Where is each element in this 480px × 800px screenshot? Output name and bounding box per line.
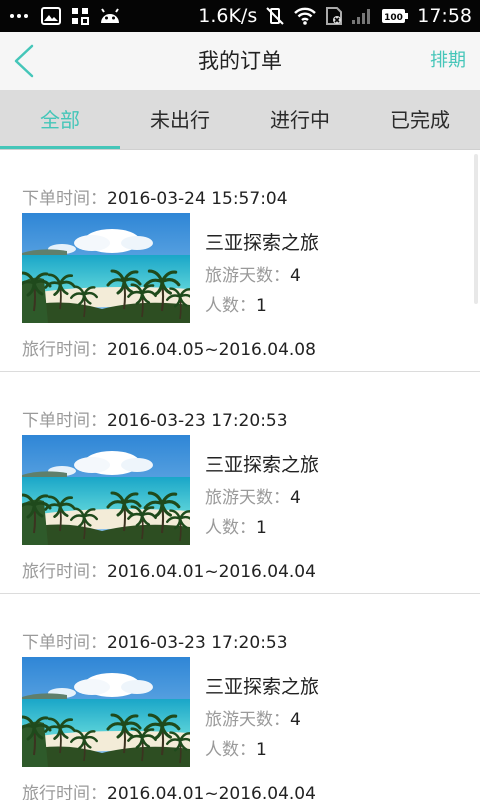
- travel-time: 旅行时间：2016.04.05~2016.04.08: [22, 335, 316, 360]
- trip-days-label: 旅游天数：: [205, 710, 290, 730]
- trip-people-value: 1: [256, 296, 267, 316]
- trip-name: 三亚探索之旅: [205, 454, 320, 476]
- trip-thumbnail[interactable]: [22, 657, 190, 767]
- trip-name: 三亚探索之旅: [205, 232, 320, 254]
- trip-days: 旅游天数：4: [205, 261, 301, 286]
- travel-time-value: 2016.04.01~2016.04.04: [107, 562, 316, 582]
- trip-people: 人数：1: [205, 513, 267, 538]
- tab-all[interactable]: 全部: [0, 90, 120, 149]
- trip-people-label: 人数：: [205, 740, 256, 760]
- order-card[interactable]: 下单时间：2016-03-23 17:20:53 三亚探索之旅 旅游天数：4 人…: [0, 594, 480, 800]
- trip-people: 人数：1: [205, 291, 267, 316]
- trip-thumbnail[interactable]: [22, 213, 190, 323]
- page-title: 我的订单: [198, 49, 282, 73]
- trip-people-label: 人数：: [205, 518, 256, 538]
- tab-not-departed[interactable]: 未出行: [120, 90, 240, 149]
- order-time-value: 2016-03-23 17:20:53: [107, 411, 288, 431]
- status-bar-notifications: [10, 0, 121, 32]
- beach-image: [22, 657, 190, 767]
- signal-icon: [351, 7, 373, 25]
- travel-time-value: 2016.04.05~2016.04.08: [107, 340, 316, 360]
- trip-people-label: 人数：: [205, 296, 256, 316]
- trip-thumbnail[interactable]: [22, 435, 190, 545]
- travel-time-label: 旅行时间：: [22, 784, 107, 800]
- battery-level: 100: [384, 13, 403, 23]
- trip-days-value: 4: [290, 488, 301, 508]
- order-time: 下单时间：2016-03-24 15:57:04: [22, 184, 288, 209]
- tab-completed[interactable]: 已完成: [360, 90, 480, 149]
- wifi-icon: [293, 6, 317, 26]
- order-time-label: 下单时间：: [22, 411, 107, 431]
- network-speed: 1.6K/s: [198, 5, 258, 27]
- trip-days-value: 4: [290, 266, 301, 286]
- travel-time-label: 旅行时间：: [22, 340, 107, 360]
- order-time: 下单时间：2016-03-23 17:20:53: [22, 628, 288, 653]
- sim-icon: [325, 6, 343, 26]
- top-app-bar: 我的订单 排期: [0, 32, 480, 90]
- trip-days: 旅游天数：4: [205, 705, 301, 730]
- battery-icon: 100: [381, 8, 409, 24]
- order-time-value: 2016-03-24 15:57:04: [107, 189, 288, 209]
- trip-people-value: 1: [256, 518, 267, 538]
- travel-time-value: 2016.04.01~2016.04.04: [107, 784, 316, 800]
- more-notifications-icon: [10, 14, 31, 18]
- clock: 17:58: [417, 5, 472, 27]
- status-bar: 1.6K/s 100 17:58: [0, 0, 480, 32]
- trip-people-value: 1: [256, 740, 267, 760]
- trip-people: 人数：1: [205, 735, 267, 760]
- order-status-tabs: 全部 未出行 进行中 已完成: [0, 90, 480, 150]
- tab-in-progress[interactable]: 进行中: [240, 90, 360, 149]
- order-time-label: 下单时间：: [22, 189, 107, 209]
- trip-days: 旅游天数：4: [205, 483, 301, 508]
- beach-image: [22, 435, 190, 545]
- travel-time: 旅行时间：2016.04.01~2016.04.04: [22, 779, 316, 800]
- schedule-button[interactable]: 排期: [430, 32, 466, 90]
- status-bar-system: 1.6K/s 100 17:58: [198, 0, 472, 32]
- order-time-label: 下单时间：: [22, 633, 107, 653]
- order-time-value: 2016-03-23 17:20:53: [107, 633, 288, 653]
- android-robot-icon: [99, 7, 121, 25]
- apps-grid-icon: [71, 7, 89, 25]
- travel-time: 旅行时间：2016.04.01~2016.04.04: [22, 557, 316, 582]
- trip-name: 三亚探索之旅: [205, 676, 320, 698]
- beach-image: [22, 213, 190, 323]
- order-card[interactable]: 下单时间：2016-03-23 17:20:53 三亚探索之旅 旅游天数：4 人…: [0, 372, 480, 594]
- image-icon: [41, 7, 61, 25]
- order-list[interactable]: 下单时间：2016-03-24 15:57:04 三亚探索之旅 旅游天数：4 人…: [0, 150, 480, 800]
- order-time: 下单时间：2016-03-23 17:20:53: [22, 406, 288, 431]
- vibrate-mute-icon: [265, 6, 285, 26]
- travel-time-label: 旅行时间：: [22, 562, 107, 582]
- trip-days-label: 旅游天数：: [205, 266, 290, 286]
- order-card[interactable]: 下单时间：2016-03-24 15:57:04 三亚探索之旅 旅游天数：4 人…: [0, 150, 480, 372]
- trip-days-label: 旅游天数：: [205, 488, 290, 508]
- trip-days-value: 4: [290, 710, 301, 730]
